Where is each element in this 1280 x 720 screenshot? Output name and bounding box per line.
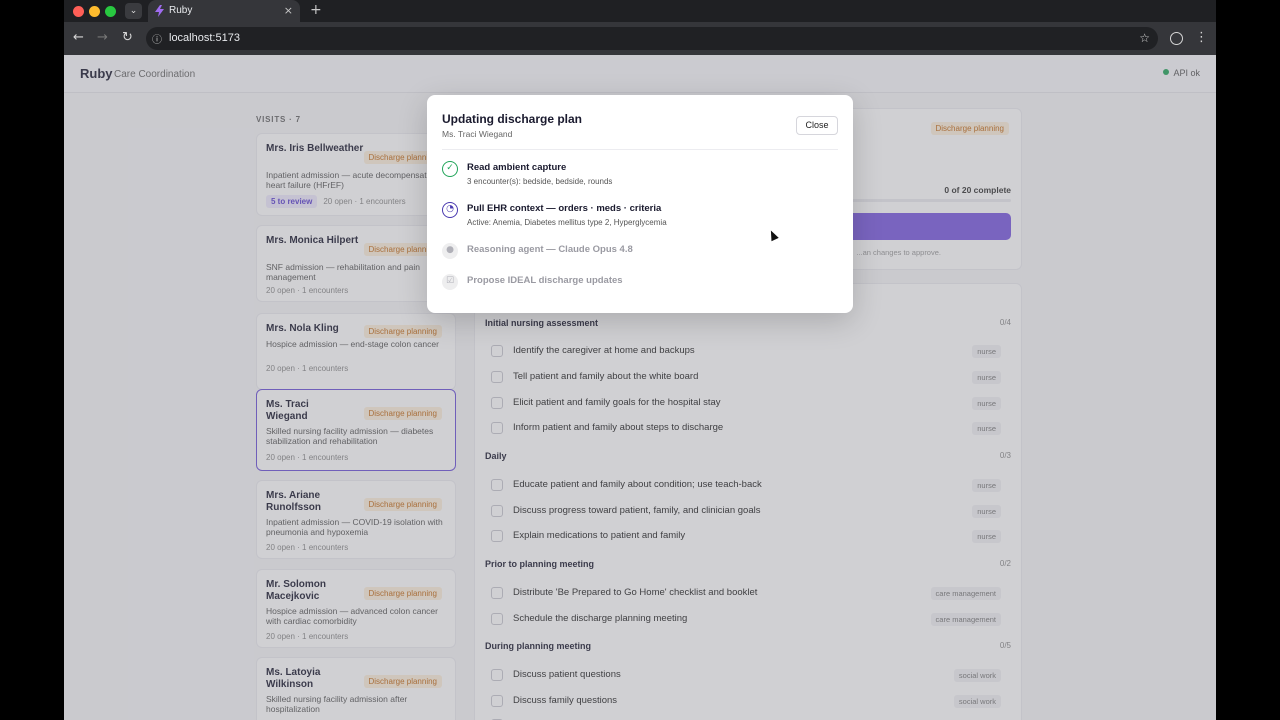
tab-search-chevron-icon[interactable]: ⌄	[125, 3, 142, 19]
step-detail: Active: Anemia, Diabetes mellitus type 2…	[467, 218, 667, 227]
forward-arrow-icon[interactable]: →	[97, 30, 108, 45]
new-tab-icon[interactable]: +	[310, 2, 322, 18]
step-title: Pull EHR context — orders · meds · crite…	[467, 203, 662, 214]
profile-icon[interactable]	[1170, 32, 1183, 45]
close-button[interactable]: Close	[796, 116, 838, 135]
back-arrow-icon[interactable]: ←	[73, 30, 84, 45]
reload-icon[interactable]: ↻	[122, 30, 133, 45]
tab-close-icon[interactable]: ×	[284, 4, 293, 17]
address-bar[interactable]: ⓘ localhost:5173 ☆	[146, 27, 1158, 50]
site-info-icon[interactable]: ⓘ	[152, 31, 162, 46]
progress-step: ● Reasoning agent — Claude Opus 4.8	[442, 243, 838, 273]
step-title: Read ambient capture	[467, 162, 567, 173]
minimize-window-button[interactable]	[89, 6, 100, 17]
bookmark-star-icon[interactable]: ☆	[1139, 31, 1150, 45]
check-icon: ✓	[442, 161, 458, 177]
step-title: Propose IDEAL discharge updates	[467, 275, 623, 286]
url-text[interactable]: localhost:5173	[169, 32, 240, 44]
step-detail: 3 encounter(s): bedside, bedside, rounds	[467, 177, 613, 186]
maximize-window-button[interactable]	[105, 6, 116, 17]
close-window-button[interactable]	[73, 6, 84, 17]
tab-strip: ⌄ Ruby × +	[64, 0, 1216, 22]
dialog-title: Updating discharge plan	[442, 112, 583, 126]
ruby-favicon-icon	[155, 5, 164, 17]
browser-toolbar: ← → ↻ ⓘ localhost:5173 ☆ ⋮	[64, 22, 1216, 55]
browser-menu-icon[interactable]: ⋮	[1195, 30, 1208, 45]
browser-window: ⌄ Ruby × + ← → ↻ ⓘ localhost:5173 ☆ ⋮ Ru…	[64, 0, 1216, 720]
tab-title: Ruby	[169, 5, 193, 16]
step-title: Reasoning agent — Claude Opus 4.8	[467, 244, 633, 255]
progress-step: ◔ Pull EHR context — orders · meds · cri…	[442, 202, 838, 232]
update-plan-dialog: Updating discharge plan Ms. Traci Wiegan…	[427, 95, 853, 313]
spinner-icon: ◔	[442, 202, 458, 218]
browser-tab[interactable]: Ruby ×	[148, 0, 300, 22]
brain-icon: ●	[442, 243, 458, 259]
dialog-subtitle: Ms. Traci Wiegand	[442, 129, 513, 139]
divider	[442, 149, 838, 150]
checkbox-icon: ☑	[442, 274, 458, 290]
app-page: Ruby Care Coordination API ok VISITS · 7…	[64, 55, 1216, 720]
progress-step: ✓ Read ambient capture 3 encounter(s): b…	[442, 161, 838, 191]
progress-step: ☑ Propose IDEAL discharge updates	[442, 274, 838, 304]
